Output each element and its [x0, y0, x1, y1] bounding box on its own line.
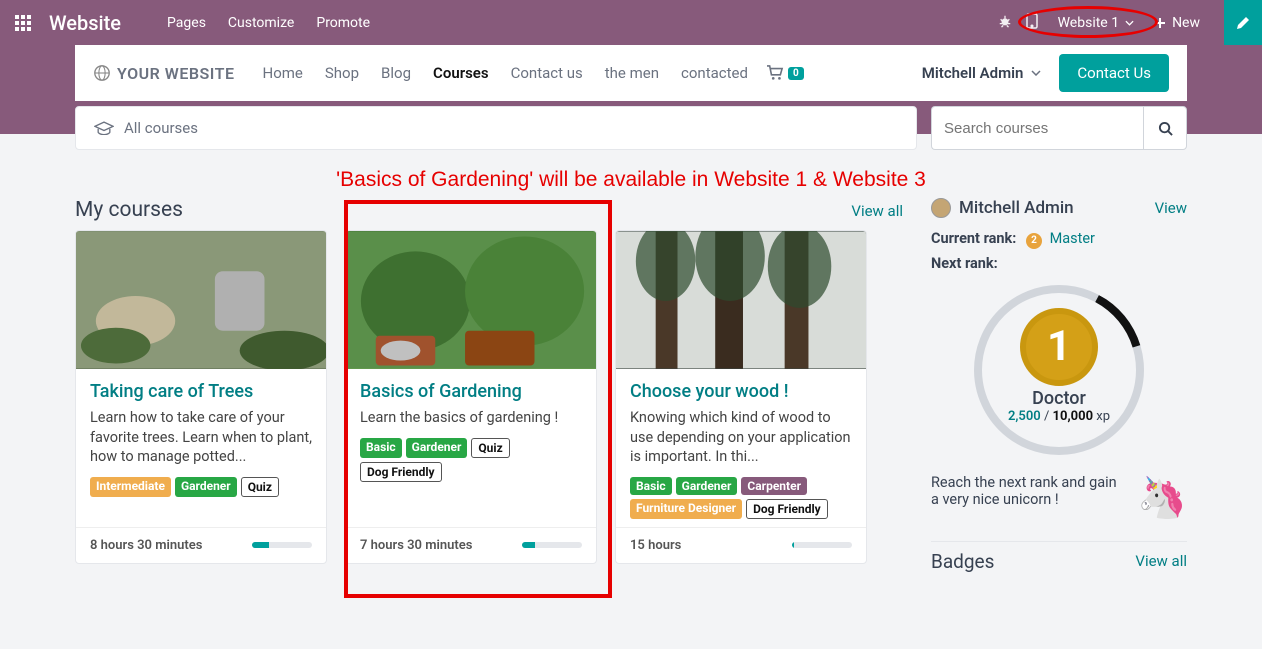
course-duration: 15 hours	[630, 538, 681, 553]
motivation-text: Reach the next rank and gain a very nice…	[931, 474, 1127, 508]
topnav-pages[interactable]: Pages	[167, 15, 206, 31]
topnav-promote[interactable]: Promote	[316, 15, 370, 31]
course-tag: Gardener	[406, 438, 468, 458]
course-title[interactable]: Basics of Gardening	[360, 381, 582, 402]
course-progress	[792, 542, 852, 548]
site-logo-text: YOUR WEBSITE	[117, 64, 235, 83]
sidebar-user-name: Mitchell Admin	[959, 198, 1074, 218]
course-thumbnail	[616, 231, 866, 369]
course-tag: Basic	[360, 438, 402, 458]
user-dropdown[interactable]: Mitchell Admin	[922, 64, 1042, 82]
nav-blog[interactable]: Blog	[381, 64, 411, 82]
graduation-cap-icon	[94, 121, 114, 135]
course-tag: Dog Friendly	[360, 462, 442, 482]
view-all-link[interactable]: View all	[851, 202, 903, 220]
edit-button[interactable]	[1224, 0, 1262, 45]
annotation-text: 'Basics of Gardening' will be available …	[75, 168, 1187, 192]
current-rank-value: Master	[1050, 230, 1095, 247]
next-rank-label: Next rank:	[931, 255, 998, 272]
unicorn-icon: 🦄	[1137, 474, 1187, 521]
rank-badge: 2	[1026, 233, 1042, 249]
website-switcher-label: Website 1	[1058, 15, 1119, 31]
badges-view-all-link[interactable]: View all	[1135, 552, 1187, 570]
course-description: Learn how to take care of your favorite …	[90, 408, 312, 467]
course-thumbnail	[76, 231, 326, 369]
search-input[interactable]	[931, 106, 1143, 150]
course-card[interactable]: Choose your wood ! Knowing which kind of…	[615, 230, 867, 564]
globe-icon	[93, 64, 111, 82]
course-duration: 7 hours 30 minutes	[360, 538, 472, 553]
search-button[interactable]	[1143, 106, 1187, 150]
site-logo[interactable]: YOUR WEBSITE	[93, 64, 235, 83]
website-switcher[interactable]: Website 1	[1052, 11, 1140, 35]
course-description: Knowing which kind of wood to use depend…	[630, 408, 852, 467]
contact-us-button[interactable]: Contact Us	[1059, 54, 1169, 92]
course-card[interactable]: Basics of Gardening Learn the basics of …	[345, 230, 597, 564]
course-tag: Gardener	[676, 477, 738, 495]
course-title[interactable]: Taking care of Trees	[90, 381, 312, 402]
mobile-icon[interactable]	[1026, 13, 1038, 33]
user-name: Mitchell Admin	[922, 64, 1024, 82]
next-rank-name: Doctor	[997, 388, 1121, 409]
course-thumbnail	[346, 231, 596, 369]
pencil-icon	[1235, 15, 1251, 31]
new-button-label: New	[1172, 15, 1200, 31]
course-tag: Intermediate	[90, 477, 171, 497]
nav-contact-us[interactable]: Contact us	[511, 64, 583, 82]
course-tag: Basic	[630, 477, 672, 495]
course-tag: Furniture Designer	[630, 499, 742, 519]
nav-the-men[interactable]: the men	[605, 64, 659, 82]
xp-display: 2,500 / 10,000 xp	[997, 409, 1121, 424]
search-icon	[1158, 121, 1173, 136]
nav-home[interactable]: Home	[263, 64, 303, 82]
course-tag: Quiz	[471, 438, 509, 458]
all-courses-label: All courses	[124, 119, 198, 137]
medal-icon: 1	[1020, 308, 1098, 386]
caret-down-icon	[1125, 20, 1134, 26]
apps-icon[interactable]	[15, 15, 31, 31]
cart-icon	[766, 65, 784, 81]
plus-icon	[1154, 17, 1166, 29]
course-tag: Dog Friendly	[746, 499, 828, 519]
course-progress	[252, 542, 312, 548]
avatar	[931, 198, 951, 218]
section-title: My courses	[75, 198, 183, 222]
course-tag: Gardener	[175, 477, 237, 497]
cart-count-badge: 0	[788, 67, 804, 80]
course-card[interactable]: Taking care of Trees Learn how to take c…	[75, 230, 327, 564]
caret-down-icon	[1031, 70, 1041, 76]
app-brand: Website	[49, 11, 121, 35]
nav-courses[interactable]: Courses	[433, 64, 489, 82]
course-title[interactable]: Choose your wood !	[630, 381, 852, 402]
course-progress	[522, 542, 582, 548]
cart-button[interactable]: 0	[766, 65, 804, 81]
course-duration: 8 hours 30 minutes	[90, 538, 202, 553]
topnav-customize[interactable]: Customize	[228, 15, 294, 31]
badges-title: Badges	[931, 550, 994, 573]
course-tag: Quiz	[241, 477, 279, 497]
new-button[interactable]: New	[1154, 15, 1200, 31]
nav-shop[interactable]: Shop	[325, 64, 359, 82]
all-courses-dropdown[interactable]: All courses	[75, 106, 917, 150]
course-description: Learn the basics of gardening !	[360, 408, 582, 428]
current-rank-label: Current rank:	[931, 230, 1016, 247]
rank-gauge: 1 Doctor 2,500 / 10,000 xp	[969, 280, 1149, 460]
course-tag: Carpenter	[741, 477, 807, 495]
bug-icon[interactable]	[998, 14, 1012, 32]
profile-view-link[interactable]: View	[1155, 199, 1187, 217]
nav-contacted[interactable]: contacted	[681, 64, 748, 82]
